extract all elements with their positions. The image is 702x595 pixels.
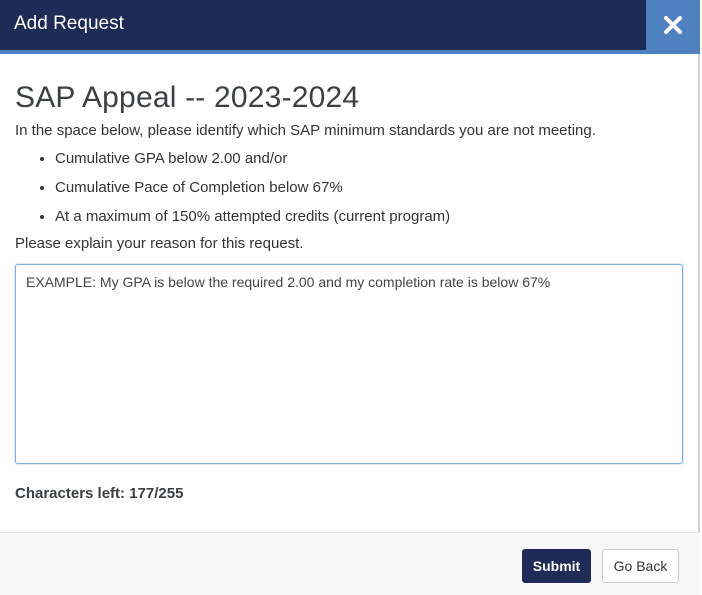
dialog-body: SAP Appeal -- 2023-2024 In the space bel… bbox=[15, 54, 685, 504]
dialog-title: Add Request bbox=[14, 13, 124, 34]
list-item: Cumulative GPA below 2.00 and/or bbox=[55, 149, 685, 169]
intro-text: In the space below, please identify whic… bbox=[15, 122, 596, 139]
standards-list: Cumulative GPA below 2.00 and/or Cumulat… bbox=[15, 149, 685, 227]
explain-label: Please explain your reason for this requ… bbox=[15, 235, 304, 252]
dialog-footer: Submit Go Back bbox=[0, 532, 700, 595]
go-back-button[interactable]: Go Back bbox=[602, 549, 679, 583]
close-button[interactable] bbox=[646, 0, 700, 50]
add-request-dialog: Add Request SAP Appeal -- 2023-2024 In t… bbox=[0, 0, 700, 595]
page-title: SAP Appeal -- 2023-2024 bbox=[15, 81, 360, 114]
list-item: At a maximum of 150% attempted credits (… bbox=[55, 207, 685, 227]
list-item: Cumulative Pace of Completion below 67% bbox=[55, 178, 685, 198]
close-icon bbox=[664, 16, 682, 34]
characters-left-counter: Characters left: 177/255 bbox=[15, 485, 184, 502]
dialog-header: Add Request bbox=[0, 0, 700, 54]
submit-button[interactable]: Submit bbox=[522, 549, 591, 583]
reason-textarea[interactable] bbox=[15, 264, 683, 464]
